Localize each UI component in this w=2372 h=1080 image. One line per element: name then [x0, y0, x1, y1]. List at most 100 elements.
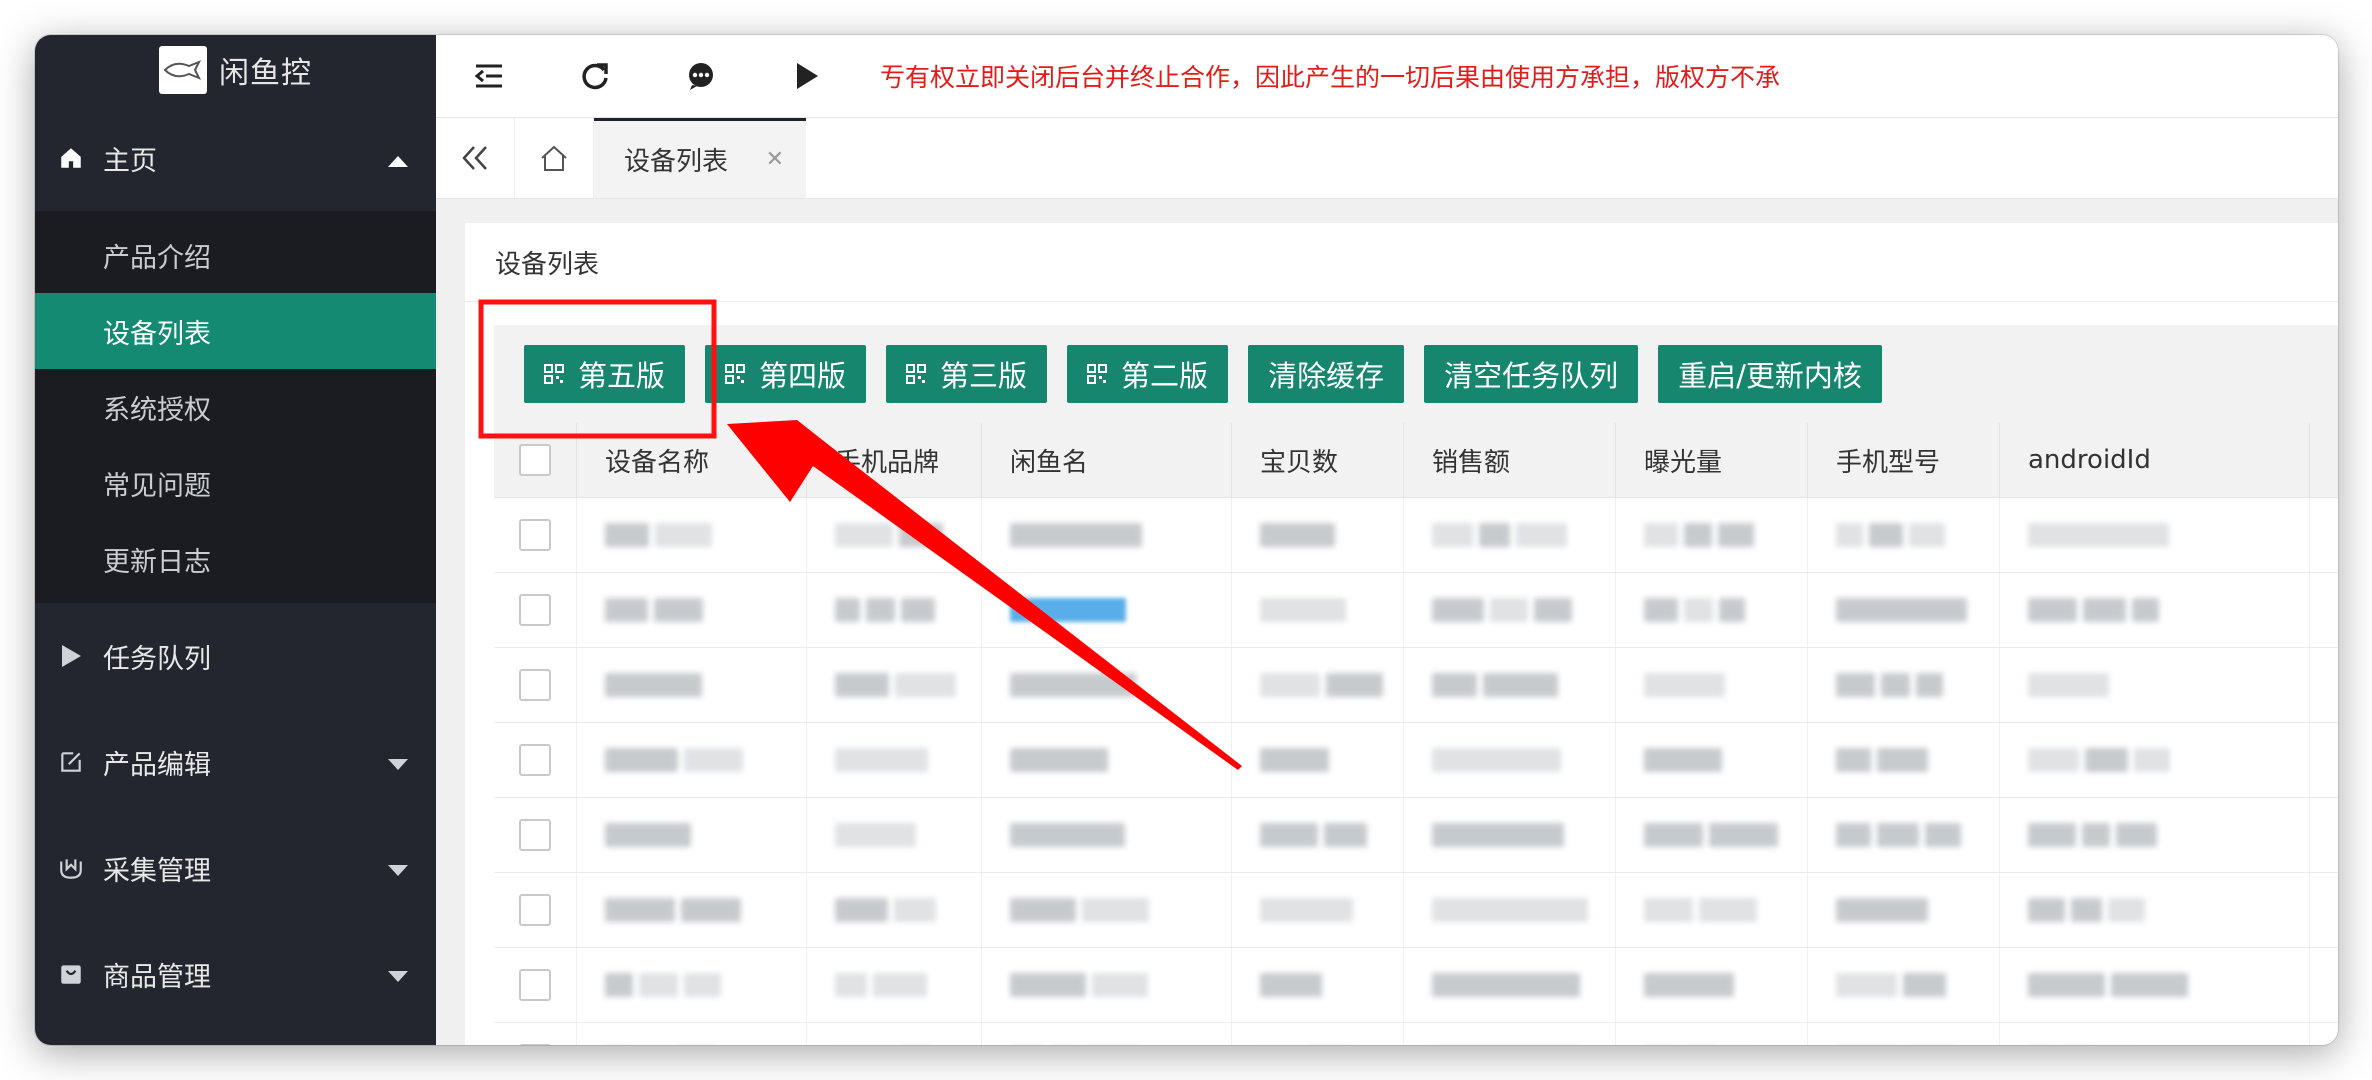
- home-tab-icon[interactable]: [515, 118, 594, 198]
- row-checkbox-cell: [494, 1023, 577, 1045]
- collapse-menu-icon[interactable]: [436, 35, 542, 117]
- table-row[interactable]: [494, 573, 2338, 648]
- play-icon[interactable]: [754, 35, 860, 117]
- row-checkbox-cell: [494, 648, 577, 722]
- device-table: 设备名称 手机品牌 闲鱼名 宝贝数 销售额 曝光量 手机型号 androidId: [494, 423, 2338, 1045]
- obscured-content: [1082, 898, 1149, 922]
- obscured-content: [1432, 523, 1473, 547]
- sidebar-item-label: 设备列表: [103, 318, 211, 350]
- table-row[interactable]: [494, 1023, 2338, 1045]
- sidebar-item-faq[interactable]: 常见问题: [35, 445, 436, 521]
- table-cell-obscured: [1404, 573, 1616, 647]
- table-cell-obscured: [1232, 873, 1404, 947]
- row-checkbox[interactable]: [519, 819, 551, 851]
- version-5-button[interactable]: 第五版: [524, 345, 686, 403]
- nav-group-task-queue[interactable]: 任务队列: [35, 603, 436, 709]
- row-checkbox[interactable]: [519, 894, 551, 926]
- obscured-content: [1903, 973, 1946, 997]
- table-row[interactable]: [494, 498, 2338, 573]
- chevron-up-icon: [388, 143, 408, 174]
- table-row[interactable]: [494, 948, 2338, 1023]
- version-3-button[interactable]: 第三版: [886, 345, 1048, 403]
- column-header-brand[interactable]: 手机品牌: [807, 423, 982, 497]
- table-cell-obscured: [807, 723, 982, 797]
- obscured-content: [2085, 748, 2128, 772]
- select-all-checkbox[interactable]: [519, 444, 551, 476]
- nav-group-product-edit[interactable]: 产品编辑: [35, 709, 436, 815]
- column-header-xianyu-name[interactable]: 闲鱼名: [982, 423, 1232, 497]
- tab-device-list[interactable]: 设备列表 ✕: [594, 118, 806, 198]
- obscured-content: [1260, 973, 1322, 997]
- obscured-content: [2071, 898, 2102, 922]
- table-row[interactable]: [494, 873, 2338, 948]
- table-header: 设备名称 手机品牌 闲鱼名 宝贝数 销售额 曝光量 手机型号 androidId: [494, 423, 2338, 498]
- table-cell-obscured: [577, 498, 807, 572]
- obscured-content: [1699, 898, 1757, 922]
- obscured-content: [1644, 673, 1725, 697]
- nav-group-home[interactable]: 主页: [35, 105, 436, 211]
- restart-update-kernel-button[interactable]: 重启/更新内核: [1658, 345, 1882, 403]
- sidebar-item-authorization[interactable]: 系统授权: [35, 369, 436, 445]
- row-checkbox[interactable]: [519, 744, 551, 776]
- column-header-phone-model[interactable]: 手机型号: [1808, 423, 2000, 497]
- row-checkbox[interactable]: [519, 519, 551, 551]
- obscured-content: [1260, 523, 1335, 547]
- obscured-content: [1644, 523, 1678, 547]
- panel-title: 设备列表: [465, 223, 2338, 302]
- sidebar-item-product-intro[interactable]: 产品介绍: [35, 217, 436, 293]
- row-checkbox[interactable]: [519, 594, 551, 626]
- sidebar-item-changelog[interactable]: 更新日志: [35, 521, 436, 597]
- obscured-content: [894, 898, 936, 922]
- version-2-button[interactable]: 第二版: [1067, 345, 1229, 403]
- nav-group-collect[interactable]: 采集管理: [35, 815, 436, 921]
- obscured-content: [2028, 898, 2065, 922]
- nav-group-label: 任务队列: [103, 643, 211, 675]
- row-checkbox[interactable]: [519, 669, 551, 701]
- table-cell-obscured: [1232, 948, 1404, 1022]
- clear-cache-button[interactable]: 清除缓存: [1248, 345, 1405, 403]
- obscured-content: [1010, 673, 1136, 697]
- obscured-content: [1326, 673, 1383, 697]
- button-label: 清空任务队列: [1444, 359, 1619, 393]
- obscured-content: [1010, 598, 1126, 622]
- message-icon[interactable]: [648, 35, 754, 117]
- obscured-content: [899, 523, 943, 547]
- column-header-device-name[interactable]: 设备名称: [577, 423, 807, 497]
- column-header-item-count[interactable]: 宝贝数: [1232, 423, 1404, 497]
- button-label: 重启/更新内核: [1678, 359, 1862, 393]
- obscured-content: [1490, 598, 1528, 622]
- row-checkbox[interactable]: [519, 969, 551, 1001]
- row-checkbox-cell: [494, 948, 577, 1022]
- table-body: [494, 498, 2338, 1045]
- obscured-content: [605, 523, 649, 547]
- obscured-content: [1432, 748, 1561, 772]
- qrcode-icon: [544, 364, 564, 384]
- table-row[interactable]: [494, 648, 2338, 723]
- table-cell-obscured: [807, 873, 982, 947]
- obscured-content: [1644, 748, 1722, 772]
- column-header-sales[interactable]: 销售额: [1404, 423, 1616, 497]
- column-header-exposure[interactable]: 曝光量: [1616, 423, 1808, 497]
- table-cell-obscured: [807, 648, 982, 722]
- nav-group-goods[interactable]: 商品管理: [35, 921, 436, 1027]
- row-checkbox[interactable]: [519, 1044, 551, 1045]
- clear-task-queue-button[interactable]: 清空任务队列: [1424, 345, 1639, 403]
- table-row[interactable]: [494, 723, 2338, 798]
- obscured-content: [1010, 823, 1125, 847]
- app-title: 闲鱼控: [219, 56, 312, 91]
- refresh-icon[interactable]: [542, 35, 648, 117]
- sidebar-item-device-list[interactable]: 设备列表: [35, 293, 436, 369]
- obscured-content: [1719, 598, 1745, 622]
- double-chevron-left-icon[interactable]: [436, 118, 515, 198]
- version-4-button[interactable]: 第四版: [705, 345, 867, 403]
- table-cell-obscured: [577, 648, 807, 722]
- row-checkbox-cell: [494, 873, 577, 947]
- logo[interactable]: 闲鱼控: [35, 35, 436, 105]
- column-header-android-id[interactable]: androidId: [2000, 423, 2310, 497]
- table-cell-obscured: [982, 1023, 1232, 1045]
- close-icon[interactable]: ✕: [766, 147, 784, 172]
- qrcode-icon: [1087, 364, 1108, 384]
- table-cell-obscured: [1808, 948, 2000, 1022]
- table-cell-obscured: [982, 498, 1232, 572]
- table-row[interactable]: [494, 798, 2338, 873]
